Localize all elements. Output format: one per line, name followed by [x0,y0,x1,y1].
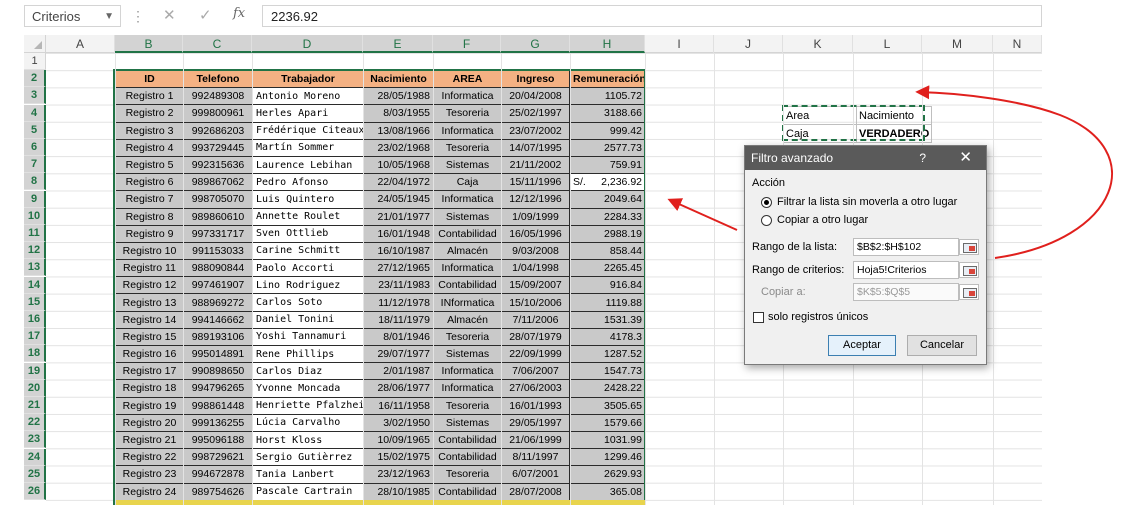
list-range-label: Rango de la lista: [752,241,837,253]
criteria-range-label: Rango de criterios: [752,264,845,276]
copy-to-label[interactable]: Copiar a otro lugar [777,214,868,226]
filter-in-place-radio[interactable] [761,197,772,208]
copy-to-range-input[interactable]: $K$5:$Q$5 [853,283,959,301]
unique-records-label[interactable]: solo registros únicos [768,311,868,323]
accept-button[interactable]: Aceptar [828,335,896,356]
collapse-dialog-icon[interactable] [959,262,979,278]
list-range-input[interactable]: $B$2:$H$102 [853,238,959,256]
copy-to-radio[interactable] [761,215,772,226]
collapse-dialog-icon[interactable] [959,284,979,300]
collapse-dialog-icon[interactable] [959,239,979,255]
help-icon[interactable]: ? [919,146,926,170]
copy-to-range-label: Copiar a: [761,286,806,298]
unique-records-checkbox[interactable] [753,312,764,323]
arrow-to-table [667,198,738,231]
close-icon[interactable]: ✕ [959,146,972,170]
filter-in-place-label[interactable]: Filtrar la lista sin moverla a otro luga… [777,196,957,208]
advanced-filter-dialog: Filtro avanzado ? ✕ Acción Filtrar la li… [744,145,987,365]
criteria-range-input[interactable]: Hoja5!Criterios [853,261,959,279]
cancel-button[interactable]: Cancelar [907,335,977,356]
action-section-label: Acción [752,177,786,189]
dialog-title-bar: Filtro avanzado ? ✕ [745,146,986,170]
dialog-title: Filtro avanzado [751,151,834,165]
